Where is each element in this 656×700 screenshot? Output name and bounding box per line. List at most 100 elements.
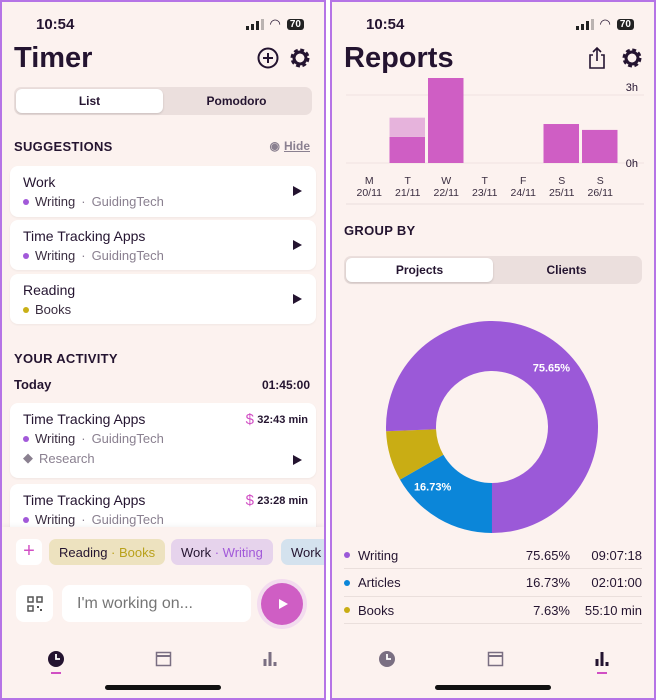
bar [389,136,425,163]
battery-icon: 70 [286,18,304,30]
legend-label: Books [358,602,395,618]
legend-row[interactable]: Books 7.63% 55:10 min [344,597,642,624]
x-date-label: 22/11 [434,187,460,199]
project-name: Writing [35,248,76,263]
client-name: GuidingTech [91,512,164,527]
tab-reports-chart-icon[interactable] [262,650,278,667]
settings-gear-icon[interactable] [288,46,312,70]
project-name: Books [35,302,72,317]
suggestion-title: Time Tracking Apps [23,228,146,244]
legend-row[interactable]: Writing 75.65% 09:07:18 [344,542,642,569]
x-day-label: S [558,175,565,187]
bar [428,78,464,163]
tab-pomodoro[interactable]: Pomodoro [163,89,310,113]
suggestion-item[interactable]: Time Tracking Apps Writing · GuidingTech [10,220,316,270]
project-color-dot [23,252,29,259]
quick-chip[interactable]: Work · Writing [171,539,273,565]
slice-value-label: 16.73% [414,481,452,493]
bar [582,129,618,163]
legend-color-dot [344,607,350,613]
tab-projects[interactable]: Projects [346,258,493,282]
battery-icon: 70 [616,18,634,30]
x-date-label: 20/11 [357,187,383,199]
add-circle-icon[interactable] [256,46,280,70]
suggestions-header: SUGGESTIONS [14,139,113,154]
x-day-label: T [405,175,412,187]
status-time: 10:54 [366,16,405,33]
projects-donut-chart: 75.65% 16.73% [386,321,598,533]
bar [389,117,425,137]
tab-calendar-icon[interactable] [487,650,504,667]
page-title: Reports [344,42,454,74]
view-segmented-control: List Pomodoro [14,87,312,115]
share-icon[interactable] [585,46,609,70]
legend-percent: 75.65% [525,547,570,563]
tab-timer-clock-icon[interactable] [378,650,396,668]
play-icon[interactable] [293,294,302,304]
start-timer-button[interactable] [261,583,303,625]
client-name: GuidingTech [91,194,164,209]
play-icon[interactable] [293,455,302,465]
tag-name: Research [39,450,95,466]
play-icon[interactable] [293,186,302,196]
suggestion-item[interactable]: Work Writing · GuidingTech [10,166,316,217]
billable-dollar-icon: $ [245,492,254,509]
page-title: Timer [14,42,93,74]
project-name: Writing [35,194,76,209]
project-name: Writing [35,431,76,446]
weekly-bar-chart: 3h0hM20/11T21/11W22/11T23/11F24/11S25/11… [346,78,644,205]
active-tab-indicator [597,672,607,674]
time-entry[interactable]: Time Tracking Apps Writing · GuidingTech ◆… [10,403,316,478]
legend-label: Writing [358,547,399,563]
entry-title: Time Tracking Apps [23,411,146,427]
status-icons: ◠ 70 [245,16,304,32]
group-by-segmented-control: Projects Clients [344,256,642,284]
hide-label: Hide [283,139,310,153]
status-icons: ◠ 70 [575,16,634,32]
entry-duration: 23:28 min [257,495,308,507]
tab-reports-chart-icon[interactable] [594,650,610,667]
tab-list[interactable]: List [16,89,163,113]
group-by-header: GROUP BY [344,223,416,238]
signal-icon [245,18,264,30]
qr-code-icon [26,595,43,612]
settings-gear-icon[interactable] [620,46,644,70]
play-icon[interactable] [293,240,302,250]
day-total: 01:45:00 [261,378,310,392]
legend-label: Articles [358,575,401,590]
add-chip-button[interactable]: + [16,539,42,565]
x-date-label: 25/11 [549,187,575,199]
legend-color-dot [344,579,350,586]
x-day-label: W [441,175,451,187]
x-date-label: 26/11 [588,187,614,199]
project-name: Writing [35,512,76,527]
quick-chip[interactable]: Work [281,539,324,565]
x-date-label: 23/11 [472,187,498,199]
entry-duration: 32:43 min [257,414,308,426]
y-tick-label: 0h [626,158,638,170]
billable-dollar-icon: $ [245,411,254,428]
entry-title: Time Tracking Apps [23,492,146,508]
project-color-dot [23,516,29,523]
tab-timer-clock-icon[interactable] [47,650,65,668]
qr-code-button[interactable] [16,585,53,622]
legend-color-dot [344,552,350,558]
active-tab-indicator [51,672,61,674]
eye-icon: ◉ [269,139,280,153]
hide-suggestions-button[interactable]: ◉ Hide [270,139,311,153]
status-time: 10:54 [36,16,75,33]
x-date-label: 24/11 [511,187,537,199]
slice-value-label: 75.65% [533,363,571,375]
tab-clients[interactable]: Clients [493,258,640,282]
suggestion-item[interactable]: Reading Books [10,274,316,324]
legend-duration: 09:07:18 [591,547,642,563]
project-color-dot [23,306,29,313]
suggestion-title: Reading [23,282,76,298]
timer-screen: 10:54 ◠ 70 Timer List Pomodoro SUGGESTIO… [0,0,326,700]
task-description-input[interactable] [62,585,251,622]
tab-calendar-icon[interactable] [155,650,172,667]
quick-chip[interactable]: Reading · Books [49,539,166,565]
client-name: GuidingTech [91,248,164,263]
legend-row[interactable]: Articles 16.73% 02:01:00 [344,570,642,597]
tag-icon: ◆ [23,450,33,465]
